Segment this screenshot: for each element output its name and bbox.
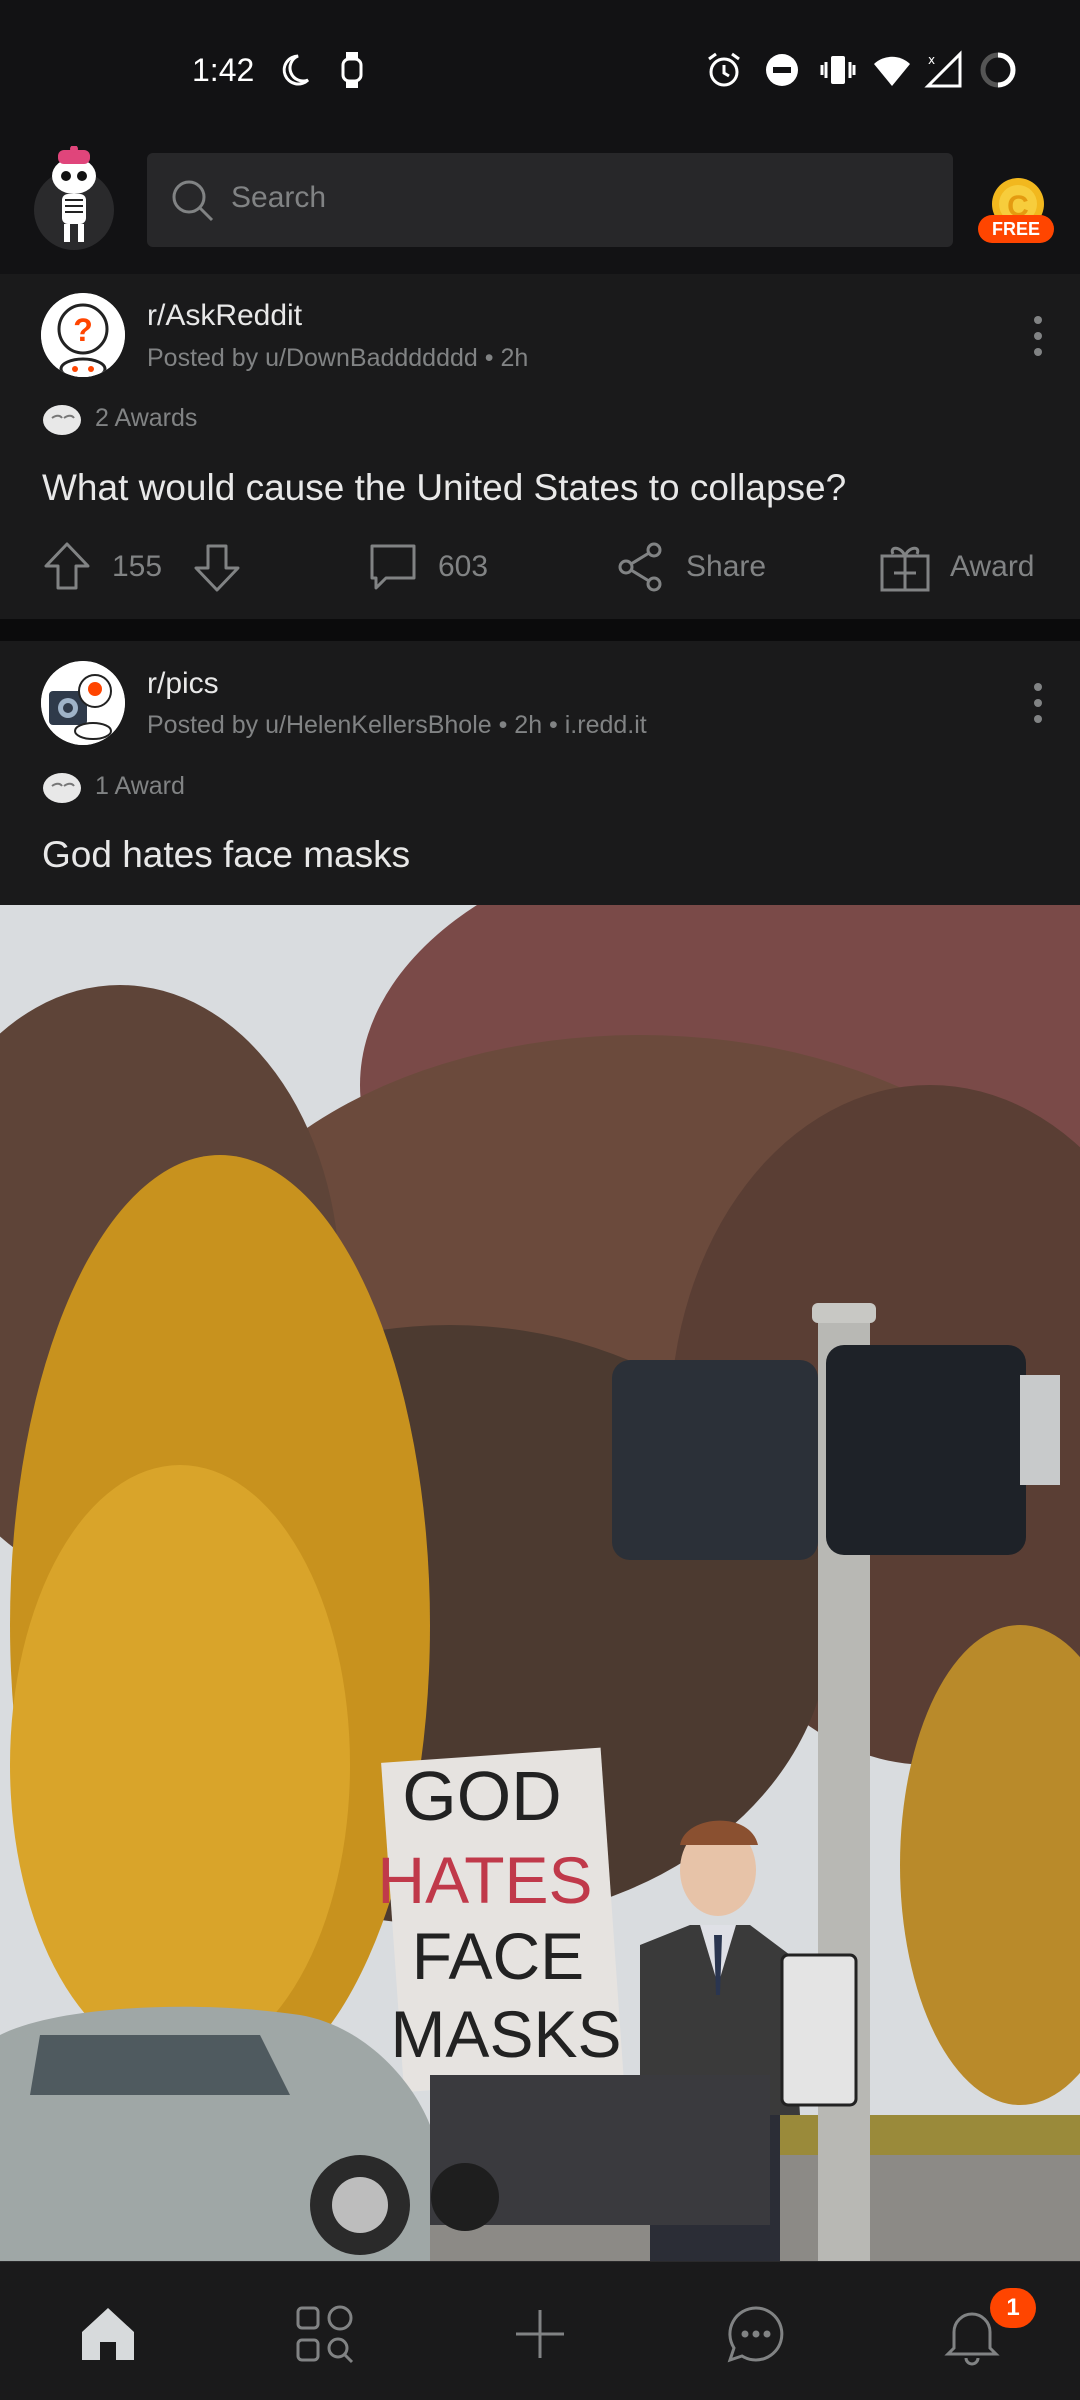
bottom-navigation <box>0 2261 1080 2400</box>
awards-count: 1 Award <box>95 772 185 800</box>
post-title[interactable]: What would cause the United States to co… <box>42 467 846 509</box>
subreddit-name[interactable]: r/AskReddit <box>147 299 302 333</box>
downvote-icon <box>194 544 240 592</box>
post-card[interactable]: r/pics Posted by u/HelenKellersBhole • 2… <box>0 641 1080 2261</box>
status-time: 1:42 <box>192 52 255 88</box>
gift-icon <box>880 546 930 592</box>
vote-count: 155 <box>112 550 163 583</box>
posted-by[interactable]: Posted by u/HelenKellersBhole • 2h • i.r… <box>147 711 647 740</box>
share-icon <box>618 542 662 592</box>
award-icon <box>43 405 81 435</box>
app-header: Search C FREE <box>0 130 1080 274</box>
sign-text-face: FACE <box>412 1919 584 1993</box>
alarm-icon <box>708 52 740 87</box>
battery-icon <box>980 52 1016 88</box>
create-icon[interactable] <box>508 2302 572 2366</box>
sign-text-masks: MASKS <box>390 1997 621 2071</box>
search-bar[interactable]: Search <box>147 153 953 247</box>
subreddit-name[interactable]: r/pics <box>147 667 219 701</box>
post-actions: 155 603 Share Award <box>0 527 1080 607</box>
comment-count: 603 <box>438 550 489 583</box>
share-button[interactable]: Share <box>614 527 766 607</box>
svg-text:?: ? <box>73 312 93 348</box>
search-placeholder: Search <box>231 181 327 214</box>
post-title[interactable]: God hates face masks <box>42 834 410 876</box>
upvote-icon <box>44 542 90 590</box>
comment-icon <box>370 544 416 590</box>
upvote-button[interactable]: 155 <box>40 527 162 607</box>
more-options-icon[interactable] <box>1026 312 1050 360</box>
comments-button[interactable]: 603 <box>366 527 488 607</box>
post-image[interactable]: GOD HATES FACE MASKS <box>0 905 1080 2261</box>
search-icon <box>172 180 214 222</box>
post-divider <box>0 619 1080 641</box>
home-icon[interactable] <box>76 2302 140 2366</box>
watch-icon <box>341 52 363 88</box>
svg-text:x: x <box>928 53 935 67</box>
award-label: Award <box>950 550 1035 583</box>
discover-icon[interactable] <box>292 2302 356 2366</box>
free-badge[interactable]: FREE <box>978 215 1054 243</box>
share-label: Share <box>686 550 767 583</box>
wifi-icon <box>874 56 910 86</box>
dnd-icon <box>766 54 798 86</box>
sign-text-god: GOD <box>402 1757 561 1835</box>
signal-icon: x <box>924 50 962 88</box>
notification-badge: 1 <box>990 2288 1036 2328</box>
post-card[interactable]: ? r/AskReddit Posted by u/DownBaddddddd … <box>0 274 1080 619</box>
downvote-button[interactable] <box>190 527 244 607</box>
posted-by[interactable]: Posted by u/DownBaddddddd • 2h <box>147 344 528 373</box>
more-options-icon[interactable] <box>1026 679 1050 727</box>
subreddit-avatar[interactable]: ? <box>41 293 125 377</box>
sign-text-hates: HATES <box>377 1843 592 1917</box>
award-button[interactable]: Award <box>878 527 1035 607</box>
vibrate-icon <box>820 56 856 84</box>
status-bar: 1:42 x <box>0 0 1080 130</box>
awards-count: 2 Awards <box>95 404 198 432</box>
moon-icon <box>282 54 310 86</box>
subreddit-avatar[interactable] <box>41 661 125 745</box>
user-avatar[interactable] <box>32 145 116 252</box>
award-icon <box>43 773 81 803</box>
chat-icon[interactable] <box>724 2302 788 2366</box>
